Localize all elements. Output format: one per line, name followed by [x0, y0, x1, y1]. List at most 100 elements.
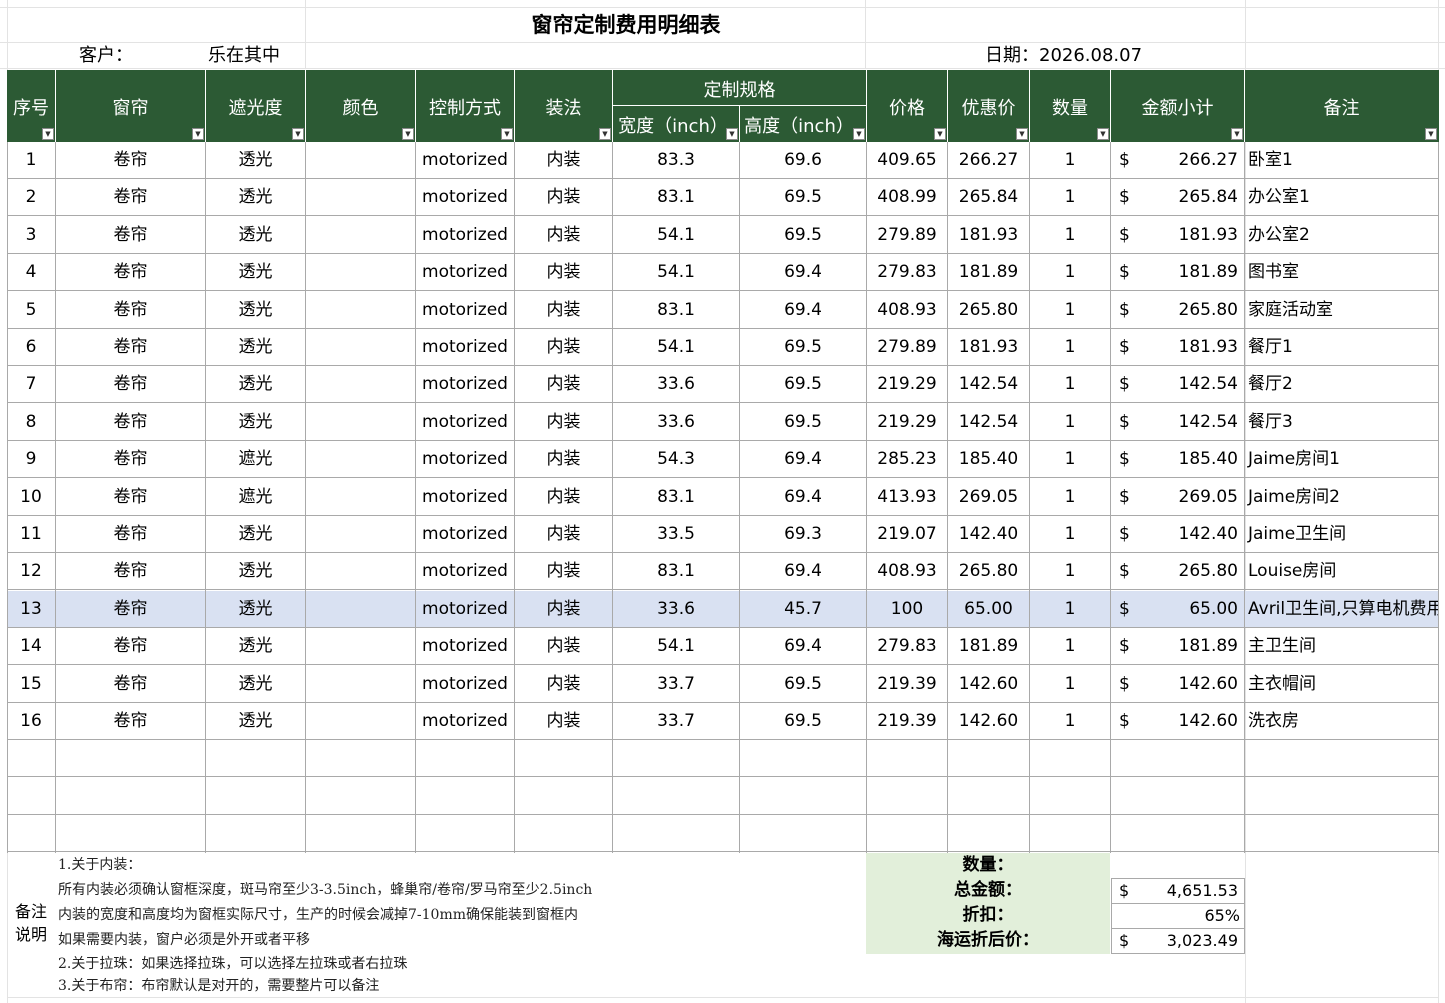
cell-qty[interactable]: 1: [1030, 217, 1110, 253]
cell-qty[interactable]: [1030, 740, 1110, 776]
col-header-price[interactable]: 价格: [867, 94, 947, 120]
col-header-spec[interactable]: 定制规格: [613, 76, 866, 102]
filter-dropdown-icon[interactable]: ▼: [42, 128, 54, 140]
col-header-curtain[interactable]: 窗帘: [56, 94, 205, 120]
cell-height[interactable]: 69.5: [740, 329, 866, 365]
cell-control[interactable]: motorized: [416, 329, 514, 365]
cell-subtotal[interactable]: 269.05: [1111, 479, 1244, 515]
cell-shading[interactable]: 透光: [206, 404, 305, 440]
filter-dropdown-icon[interactable]: ▼: [934, 128, 946, 140]
table-row[interactable]: 4 卷帘 透光 motorized 内装 54.1 69.4 279.83 181.89 1 $18…: [7, 254, 1439, 292]
table-row[interactable]: 12 卷帘 透光 motorized 内装 83.1 69.4 408.93 265.80 1 $2…: [7, 553, 1439, 591]
cell-install[interactable]: 内装: [515, 254, 612, 290]
cell-install[interactable]: 内装: [515, 516, 612, 552]
cell-width[interactable]: 33.6: [613, 366, 739, 402]
cell-seq[interactable]: 15: [7, 666, 55, 702]
cell-width[interactable]: 33.6: [613, 404, 739, 440]
cell-curtain[interactable]: 卷帘: [56, 516, 205, 552]
cell-price[interactable]: 219.39: [867, 666, 947, 702]
cell-color[interactable]: [306, 591, 415, 627]
cell-shading[interactable]: 透光: [206, 329, 305, 365]
cell-curtain[interactable]: 卷帘: [56, 591, 205, 627]
table-row[interactable]: [7, 778, 1439, 815]
col-header-height[interactable]: 高度（inch）: [740, 112, 858, 138]
cell-subtotal[interactable]: 185.40: [1111, 441, 1244, 477]
cell-install[interactable]: 内装: [515, 292, 612, 328]
cell-height[interactable]: 69.4: [740, 292, 866, 328]
cell-install[interactable]: 内装: [515, 703, 612, 739]
cell-curtain[interactable]: [56, 778, 205, 814]
filter-dropdown-icon[interactable]: ▼: [1425, 128, 1437, 140]
table-row[interactable]: 16 卷帘 透光 motorized 内装 33.7 69.5 219.39 142.60 1 $1…: [7, 703, 1439, 740]
cell-qty[interactable]: 1: [1030, 479, 1110, 515]
cell-seq[interactable]: 5: [7, 292, 55, 328]
cell-curtain[interactable]: 卷帘: [56, 666, 205, 702]
summary-final-label[interactable]: 海运折后价：: [866, 928, 1110, 953]
cell-seq[interactable]: 1: [7, 142, 55, 178]
date-text[interactable]: 日期：2026.08.07: [985, 44, 1142, 68]
cell-color[interactable]: [306, 292, 415, 328]
cell-price[interactable]: 219.29: [867, 366, 947, 402]
cell-shading[interactable]: 透光: [206, 292, 305, 328]
cell-height[interactable]: 69.4: [740, 628, 866, 664]
cell-price[interactable]: 409.65: [867, 142, 947, 178]
cell-price[interactable]: 279.83: [867, 628, 947, 664]
cell-note[interactable]: Jaime卫生间: [1245, 516, 1439, 552]
cell-color[interactable]: [306, 703, 415, 739]
cell-dprice[interactable]: 142.60: [948, 703, 1029, 739]
cell-curtain[interactable]: [56, 740, 205, 776]
cell-height[interactable]: [740, 778, 866, 814]
cell-height[interactable]: 69.5: [740, 703, 866, 739]
cell-control[interactable]: motorized: [416, 441, 514, 477]
cell-curtain[interactable]: 卷帘: [56, 441, 205, 477]
cell-subtotal[interactable]: 142.60: [1111, 703, 1244, 739]
cell-curtain[interactable]: [56, 815, 205, 851]
summary-final-value[interactable]: 3,023.49: [1111, 928, 1244, 953]
cell-seq[interactable]: 10: [7, 479, 55, 515]
cell-width[interactable]: 54.1: [613, 628, 739, 664]
cell-color[interactable]: [306, 479, 415, 515]
cell-width[interactable]: 33.7: [613, 703, 739, 739]
table-row[interactable]: 1 卷帘 透光 motorized 内装 83.3 69.6 409.65 266.27 1 $26…: [7, 142, 1439, 179]
cell-curtain[interactable]: 卷帘: [56, 553, 205, 589]
cell-subtotal[interactable]: [1111, 740, 1244, 776]
cell-price[interactable]: [867, 778, 947, 814]
cell-price[interactable]: 219.07: [867, 516, 947, 552]
cell-install[interactable]: 内装: [515, 591, 612, 627]
cell-control[interactable]: motorized: [416, 516, 514, 552]
cell-width[interactable]: 83.3: [613, 142, 739, 178]
cell-color[interactable]: [306, 179, 415, 215]
cell-width[interactable]: 33.7: [613, 666, 739, 702]
cell-control[interactable]: motorized: [416, 404, 514, 440]
cell-curtain[interactable]: 卷帘: [56, 628, 205, 664]
cell-note[interactable]: [1245, 815, 1439, 851]
customer-label[interactable]: 客户：: [79, 44, 133, 68]
cell-control[interactable]: motorized: [416, 553, 514, 589]
cell-width[interactable]: [613, 740, 739, 776]
col-header-width[interactable]: 宽度（inch）: [613, 112, 733, 138]
cell-dprice[interactable]: 181.93: [948, 217, 1029, 253]
summary-discount-value[interactable]: 65%: [1111, 903, 1244, 928]
col-header-note[interactable]: 备注: [1245, 94, 1438, 120]
col-header-subtotal[interactable]: 金额小计: [1111, 94, 1244, 120]
cell-qty[interactable]: 1: [1030, 366, 1110, 402]
summary-discount-label[interactable]: 折扣：: [866, 903, 1110, 928]
cell-note[interactable]: 办公室1: [1245, 179, 1439, 215]
cell-control[interactable]: [416, 778, 514, 814]
cell-color[interactable]: [306, 778, 415, 814]
cell-height[interactable]: 69.4: [740, 479, 866, 515]
cell-control[interactable]: motorized: [416, 666, 514, 702]
cell-color[interactable]: [306, 740, 415, 776]
cell-dprice[interactable]: 265.80: [948, 553, 1029, 589]
cell-subtotal[interactable]: 265.80: [1111, 553, 1244, 589]
cell-qty[interactable]: 1: [1030, 553, 1110, 589]
cell-curtain[interactable]: 卷帘: [56, 366, 205, 402]
cell-dprice[interactable]: 266.27: [948, 142, 1029, 178]
summary-total-label[interactable]: 总金额：: [866, 878, 1110, 903]
cell-subtotal[interactable]: 181.89: [1111, 628, 1244, 664]
cell-qty[interactable]: 1: [1030, 254, 1110, 290]
cell-dprice[interactable]: 265.80: [948, 292, 1029, 328]
cell-shading[interactable]: 透光: [206, 142, 305, 178]
cell-curtain[interactable]: 卷帘: [56, 292, 205, 328]
cell-height[interactable]: 69.5: [740, 217, 866, 253]
